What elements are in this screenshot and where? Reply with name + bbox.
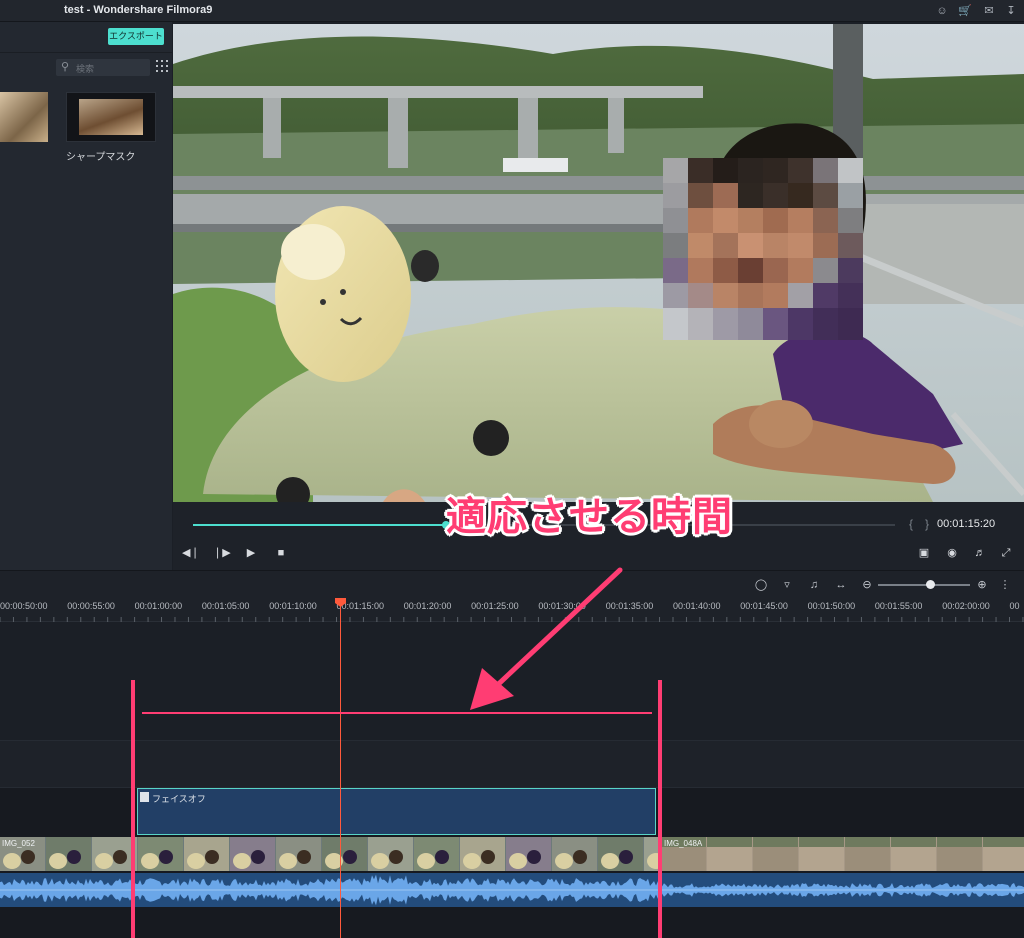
annotation-range-start xyxy=(131,680,135,938)
annotation-callout: 適応させる時間 xyxy=(446,495,733,539)
thumbnail-image xyxy=(79,99,143,135)
play-icon[interactable]: ▶ xyxy=(244,546,258,560)
snapshot-camera-icon[interactable]: ◉ xyxy=(945,546,959,560)
title-bar: test - Wondershare Filmora9 ☺ 🛒 ✉ ↧ xyxy=(0,0,1024,22)
search-placeholder: 検索 xyxy=(76,64,95,74)
stop-icon[interactable]: ■ xyxy=(274,546,288,560)
marker-shield-icon[interactable]: ◯ xyxy=(754,578,768,592)
divider xyxy=(0,52,172,53)
playhead[interactable] xyxy=(340,598,341,938)
zoom-in-icon[interactable]: ⊕ xyxy=(975,578,989,592)
next-frame-icon[interactable]: ❘▶ xyxy=(213,546,231,560)
clip-name: IMG_052 xyxy=(2,839,35,848)
ruler-tick-label: 00:01:10:00 xyxy=(269,601,317,611)
more-options-icon[interactable]: ⋮ xyxy=(998,578,1012,592)
effect-clip-face-off[interactable]: フェイスオフ xyxy=(137,788,656,835)
ruler-tick-label: 00:01:50:00 xyxy=(807,601,856,611)
export-button[interactable]: エクスポート xyxy=(108,28,164,45)
track-row-empty[interactable] xyxy=(0,741,1024,787)
mark-out-button[interactable]: } xyxy=(925,517,929,531)
download-icon[interactable]: ↧ xyxy=(1004,4,1018,18)
video-track[interactable]: IMG_052 IMG_048A xyxy=(0,837,1024,871)
ruler-tick-label: 00:00:50:00 xyxy=(0,601,48,611)
mail-icon[interactable]: ✉ xyxy=(982,4,996,18)
effect-icon xyxy=(140,792,149,802)
annotation-range-end xyxy=(658,680,662,938)
ruler-tick-label: 00:00:55:00 xyxy=(67,601,115,611)
audio-track[interactable] xyxy=(0,873,1024,907)
fit-timeline-icon[interactable]: ↔ xyxy=(834,578,848,592)
effect-thumbnail[interactable] xyxy=(0,92,48,142)
fullscreen-icon[interactable]: ⤢ xyxy=(999,546,1013,560)
account-icon[interactable]: ☺ xyxy=(935,4,949,18)
mark-in-button[interactable]: { xyxy=(909,517,913,531)
cart-icon[interactable]: 🛒 xyxy=(958,4,972,18)
ruler-tick-label: 00:01:40:00 xyxy=(673,601,721,611)
annotation-arrow xyxy=(470,567,623,710)
ruler-tick-label: 00:01:05:00 xyxy=(201,601,250,611)
video-thumbnails xyxy=(0,837,1024,871)
search-input[interactable]: ⚲ 検索 xyxy=(56,59,150,76)
effect-clip-label: フェイスオフ xyxy=(152,794,206,804)
ruler-tick-label: 00:01:45:00 xyxy=(740,601,788,611)
audio-mixer-icon[interactable]: ♫ xyxy=(807,578,821,592)
media-panel: エクスポート ⚲ 検索 シャープマスク xyxy=(0,22,172,570)
ruler-tick-label: 00 xyxy=(1009,601,1020,611)
effect-label: シャープマスク xyxy=(66,152,136,163)
scrubber-progress xyxy=(193,524,446,526)
ruler-tick-label: 00:02:00:00 xyxy=(942,601,990,611)
grid-view-icon[interactable] xyxy=(156,60,168,72)
clip-name: IMG_048A xyxy=(664,839,703,848)
microphone-icon[interactable]: ▿ xyxy=(780,578,794,592)
display-settings-icon[interactable]: ▣ xyxy=(917,546,931,560)
zoom-slider-handle[interactable] xyxy=(926,580,936,589)
zoom-slider[interactable] xyxy=(878,580,970,589)
timecode-display: 00:01:15:20 xyxy=(937,518,996,530)
volume-icon[interactable]: ♬ xyxy=(973,546,987,560)
ruler-tick-label: 00:01:55:00 xyxy=(874,601,923,611)
ruler-tick-label: 00:01:00:00 xyxy=(134,601,183,611)
video-preview[interactable] xyxy=(173,24,1024,502)
window-title: test - Wondershare Filmora9 xyxy=(64,4,213,16)
zoom-out-icon[interactable]: ⊖ xyxy=(860,578,874,592)
audio-waveform xyxy=(0,874,1024,906)
effect-thumbnail-sharpen-mask[interactable] xyxy=(66,92,156,142)
search-icon: ⚲ xyxy=(61,61,70,73)
previous-frame-icon[interactable]: ◀❘ xyxy=(182,546,200,560)
preview-frame xyxy=(173,24,1024,502)
